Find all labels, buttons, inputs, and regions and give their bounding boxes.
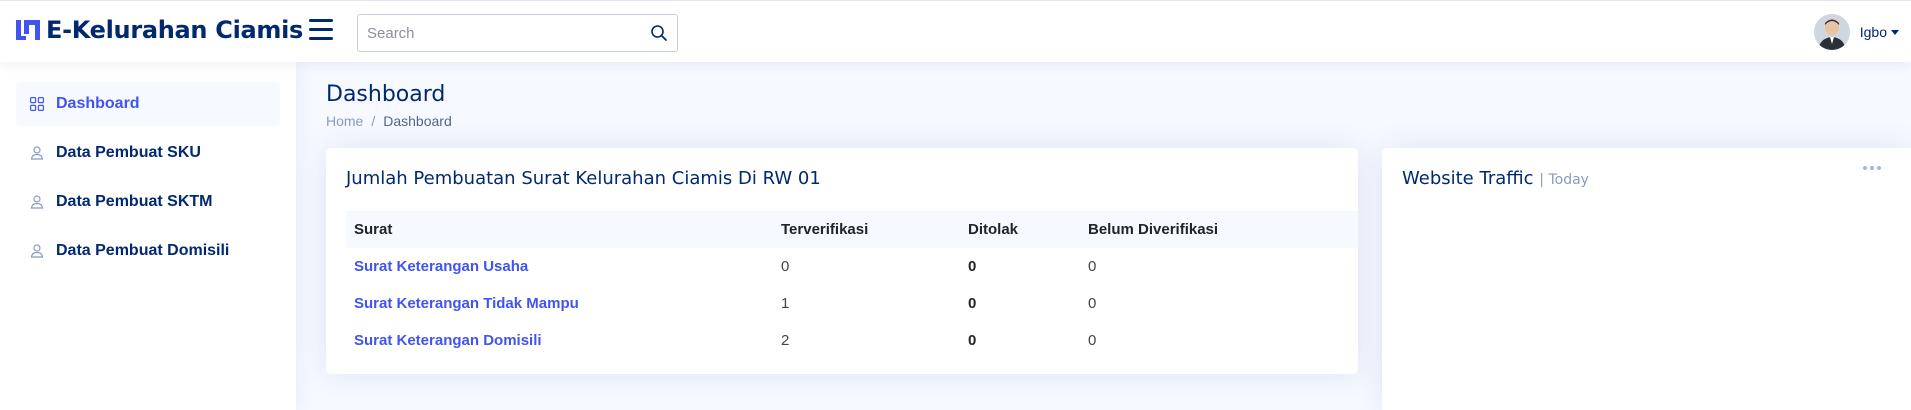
chevron-down-icon [1891,29,1899,35]
hamburger-icon-line [309,19,333,22]
sidebar-toggle-button[interactable] [309,19,335,43]
column-header-terverifikasi: Terverifikasi [781,221,869,238]
ditolak-cell: 0 [968,258,977,275]
table-row: Surat Keterangan Usaha 0 0 0 [346,248,1358,285]
grid-icon [30,97,44,111]
profile-name: Igbo [1859,24,1887,40]
person-icon [30,146,44,160]
search-icon [651,25,667,41]
card-title: Jumlah Pembuatan Surat Kelurahan Ciamis … [346,168,821,189]
table-row: Surat Keterangan Domisili 2 0 0 [346,322,1358,359]
breadcrumb-current: Dashboard [383,113,452,129]
search-input[interactable] [358,15,641,51]
person-icon [30,244,44,258]
more-icon-dot [1877,166,1881,170]
sidebar-item-dashboard[interactable]: Dashboard [16,82,280,126]
terverifikasi-cell: 2 [781,332,790,349]
card-title: Website Traffic | Today [1402,168,1891,189]
header-top-border [0,0,1911,1]
breadcrumb-separator: / [371,113,376,129]
sidebar-item-data-pembuat-sku[interactable]: Data Pembuat SKU [16,131,280,175]
sidebar-item-label: Data Pembuat Domisili [56,242,230,259]
surat-link[interactable]: Surat Keterangan Usaha [346,248,773,285]
logo-icon [16,20,40,40]
hamburger-icon-line [309,28,333,31]
website-traffic-card: Website Traffic | Today [1382,148,1911,410]
more-options-button[interactable] [1863,166,1881,170]
breadcrumb-home-link[interactable]: Home [326,113,363,129]
traffic-subtitle: | Today [1539,172,1589,188]
app-logo[interactable]: E-Kelurahan Ciamis [14,16,303,44]
sidebar-item-label: Data Pembuat SKU [56,144,201,161]
surat-link[interactable]: Surat Keterangan Domisili [346,322,773,359]
sidebar-item-data-pembuat-sktm[interactable]: Data Pembuat SKTM [16,180,280,224]
column-header-belum-diverifikasi: Belum Diverifikasi [1088,221,1219,238]
more-icon-dot [1863,166,1867,170]
sidebar: Dashboard Data Pembuat SKU Data Pembuat … [0,62,296,410]
sidebar-item-label: Dashboard [56,95,140,112]
sidebar-item-data-pembuat-domisili[interactable]: Data Pembuat Domisili [16,229,280,273]
table-header-row: Surat Terverifikasi Ditolak Belum Diveri… [346,211,1358,248]
sidebar-item-label: Data Pembuat SKTM [56,193,213,210]
letters-table: Surat Terverifikasi Ditolak Belum Diveri… [346,211,1358,359]
belum-diverifikasi-cell: 0 [1088,332,1097,349]
terverifikasi-cell: 1 [781,295,790,312]
more-icon-dot [1870,166,1874,170]
avatar [1813,14,1850,50]
terverifikasi-cell: 0 [781,258,790,275]
profile-dropdown[interactable]: Igbo [1813,14,1899,50]
belum-diverifikasi-cell: 0 [1088,258,1097,275]
app-title: E-Kelurahan Ciamis [46,16,304,44]
hamburger-icon-line [309,37,333,40]
column-header-ditolak: Ditolak [968,221,1019,238]
belum-diverifikasi-cell: 0 [1088,295,1097,312]
letters-summary-card: Jumlah Pembuatan Surat Kelurahan Ciamis … [326,148,1358,374]
ditolak-cell: 0 [968,332,977,349]
traffic-title: Website Traffic [1402,168,1534,189]
column-header-surat: Surat [354,221,393,238]
avatar-image [1813,14,1850,50]
page-title: Dashboard [326,82,446,107]
person-icon [30,195,44,209]
search-button[interactable] [641,15,677,51]
ditolak-cell: 0 [968,295,977,312]
surat-link[interactable]: Surat Keterangan Tidak Mampu [346,285,773,322]
breadcrumb: Home / Dashboard [326,113,452,129]
page-title-block: Dashboard Home / Dashboard [326,82,452,129]
search-bar [357,14,678,52]
top-header: E-Kelurahan Ciamis Igbo [0,0,1911,62]
table-row: Surat Keterangan Tidak Mampu 1 0 0 [346,285,1358,322]
